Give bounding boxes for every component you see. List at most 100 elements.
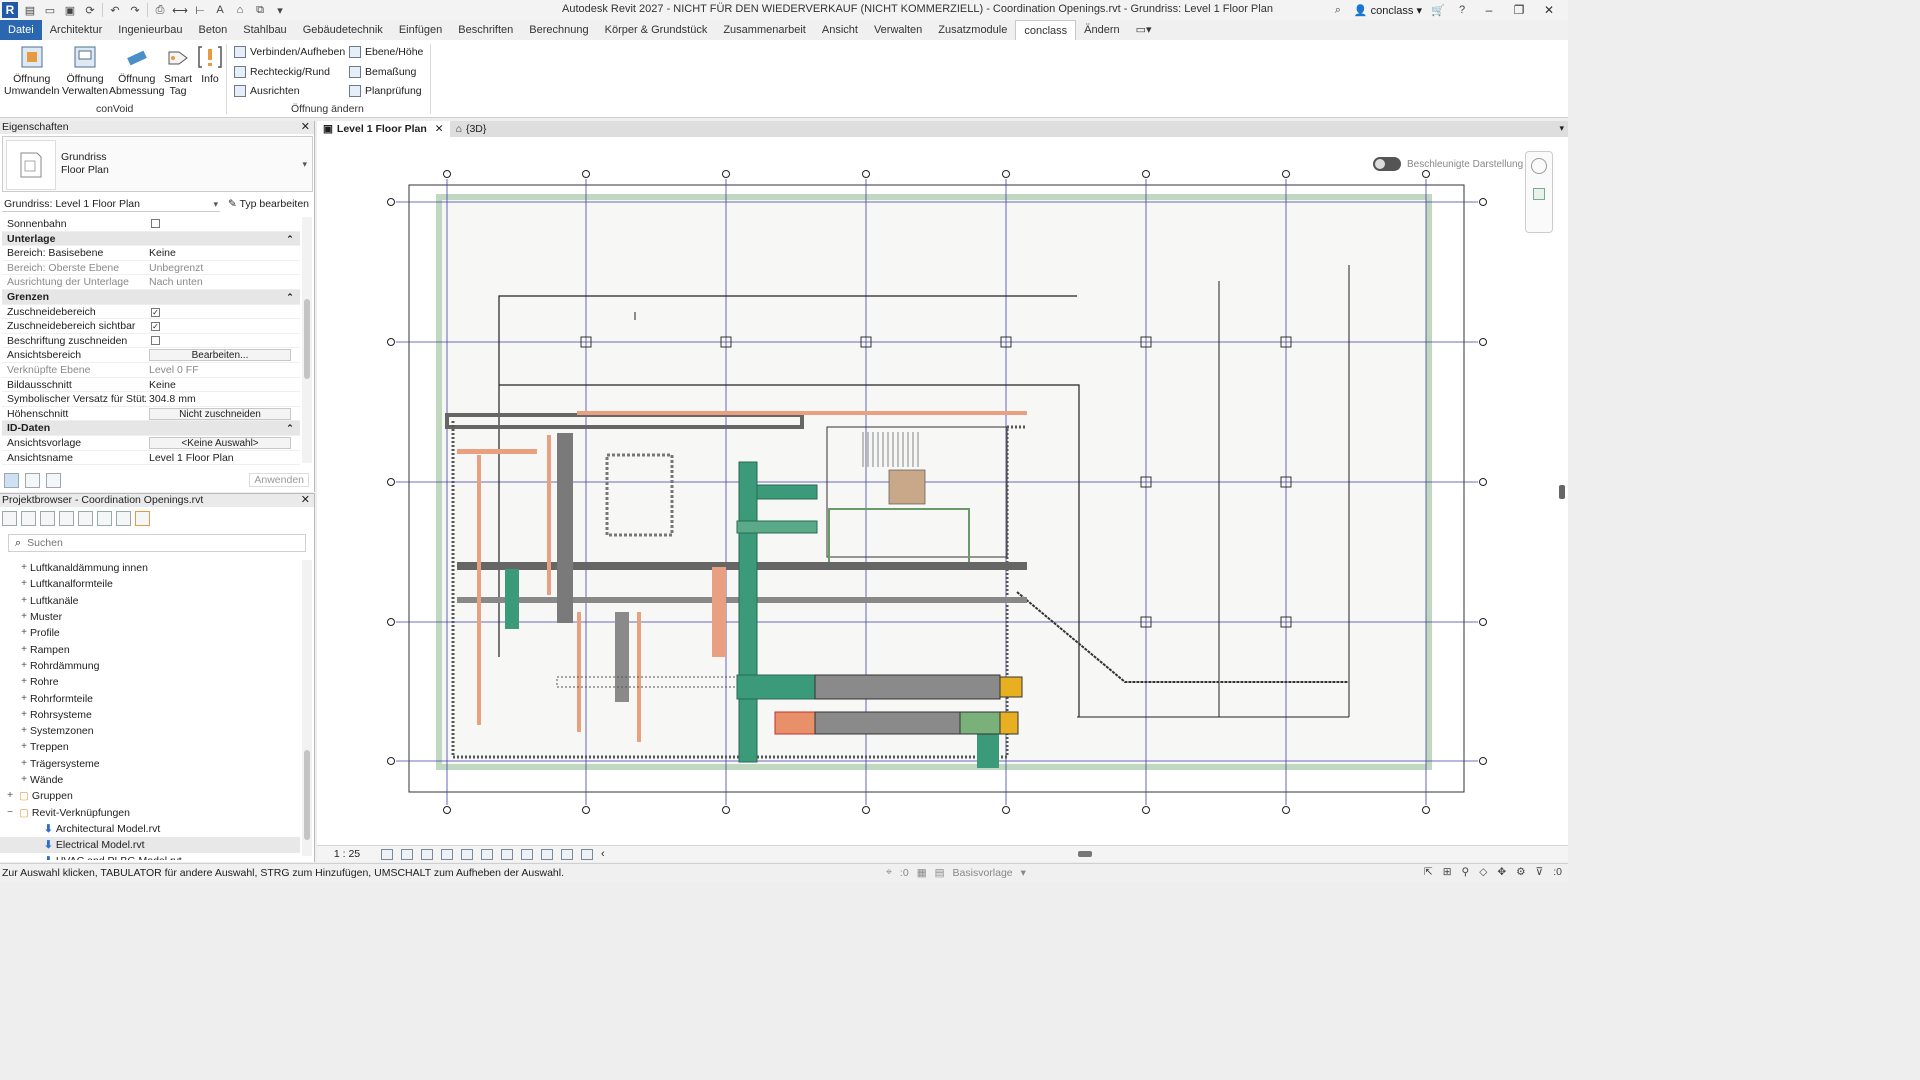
ribbon-tab[interactable]: Ändern (1076, 20, 1127, 40)
collapse-icon[interactable]: ⌃ (280, 290, 300, 304)
bemassung-button[interactable]: Bemaßung (349, 66, 416, 78)
expand-icon[interactable]: + (18, 625, 30, 641)
instance-selector[interactable]: Grundriss: Level 1 Floor Plan (2, 196, 220, 212)
reveal-hidden-icon[interactable] (521, 848, 533, 860)
oeffnung-abmessung-button[interactable]: Öffnung Abmessung (109, 44, 164, 97)
expand-icon[interactable]: + (18, 593, 30, 609)
tab-3d[interactable]: ⌂ {3D} (450, 121, 493, 137)
switch-windows-icon[interactable]: ⧉ (252, 2, 268, 18)
ribbon-tab[interactable]: Verwalten (866, 20, 930, 40)
expand-icon[interactable]: + (18, 739, 30, 755)
minimize-button[interactable]: – (1478, 3, 1500, 17)
undo-icon[interactable]: ↶ (107, 2, 123, 18)
property-button[interactable]: <Keine Auswahl> (149, 436, 291, 449)
scroll-thumb[interactable] (1559, 485, 1565, 499)
checkbox[interactable] (151, 335, 160, 345)
ribbon-options-icon[interactable]: ▭▾ (1128, 20, 1160, 40)
select-underlay-icon[interactable]: ⊞ (1443, 866, 1452, 878)
visual-style-icon[interactable] (401, 848, 413, 860)
browser-tree-item[interactable]: ⬇HVAC and PLBG Model.rvt (0, 853, 300, 860)
expand-icon[interactable]: + (18, 691, 30, 707)
browser-tree-item[interactable]: + Rohre (0, 674, 300, 690)
ribbon-tab[interactable]: Einfügen (391, 20, 450, 40)
browser-tree-item[interactable]: + Rohrsysteme (0, 707, 300, 723)
schedules-icon[interactable] (59, 510, 74, 526)
browser-search[interactable]: ⌕ (8, 534, 306, 552)
smart-tag-button[interactable]: Smart Tag (164, 44, 192, 97)
ausrichten-button[interactable]: Ausrichten (234, 85, 300, 97)
sync-icon[interactable]: ⟳ (82, 2, 98, 18)
home-icon[interactable]: ⌂ (232, 2, 248, 18)
type-selector[interactable]: Grundriss Floor Plan ▾ (2, 136, 313, 192)
links-icon[interactable] (135, 510, 150, 526)
measure-icon[interactable]: ⟷ (172, 2, 188, 18)
info-button[interactable]: Info (197, 44, 223, 85)
checked-checkbox[interactable]: ✓ (151, 322, 160, 332)
ribbon-tab[interactable]: Zusatzmodule (930, 20, 1015, 40)
ribbon-tab[interactable]: conclass (1015, 20, 1077, 40)
checked-checkbox[interactable]: ✓ (151, 307, 160, 317)
save-icon[interactable]: ▣ (62, 2, 78, 18)
sheets-icon[interactable] (40, 510, 55, 526)
property-value[interactable]: Keine (146, 378, 300, 392)
close-tab-icon[interactable]: ✕ (435, 123, 444, 135)
edit-type-button[interactable]: ✎ Typ bearbeiten (228, 198, 313, 210)
browser-tree-item[interactable]: − ▢ Revit-Verknüpfungen (0, 804, 300, 820)
browser-tree-item[interactable]: + Rohrdämmung (0, 658, 300, 674)
ribbon-tab[interactable]: Datei (0, 20, 42, 40)
properties-scrollbar[interactable] (302, 217, 312, 463)
dimension-icon[interactable]: ⊢ (192, 2, 208, 18)
browser-tree-item[interactable]: ⬇ Architectural Model.rvt (0, 821, 300, 837)
property-value[interactable]: Level 1 Floor Plan (146, 451, 300, 465)
steering-wheel-icon[interactable] (1531, 158, 1547, 174)
temporary-hide-icon[interactable] (501, 848, 513, 860)
property-section[interactable]: ID-Daten ⌃ (2, 421, 300, 436)
scroll-thumb[interactable] (1078, 851, 1092, 857)
oeffnung-verwalten-button[interactable]: Öffnung Verwalten (62, 44, 108, 97)
folder-icon[interactable]: ▭ (42, 2, 58, 18)
floor-plan-drawing[interactable] (317, 137, 1568, 845)
browser-tree-item[interactable]: + Rohrformteile (0, 690, 300, 706)
shadows-icon[interactable] (441, 848, 453, 860)
scroll-thumb[interactable] (304, 299, 310, 379)
expand-icon[interactable]: + (18, 642, 30, 658)
tab-level-1-floor-plan[interactable]: ▣ Level 1 Floor Plan ✕ (317, 121, 450, 137)
filter-icon[interactable]: ⊽ (1536, 866, 1544, 878)
scroll-thumb[interactable] (304, 750, 310, 840)
detail-level-icon[interactable] (381, 848, 393, 860)
constraints-icon[interactable] (561, 848, 573, 860)
ribbon-tab[interactable]: Beton (191, 20, 236, 40)
sort-descending-icon[interactable] (46, 472, 61, 488)
families-icon[interactable] (78, 510, 93, 526)
expand-icon[interactable]: + (18, 772, 30, 788)
expand-icon[interactable]: − (4, 805, 16, 821)
print-icon[interactable]: ⎙ (152, 2, 168, 18)
background-process-icon[interactable]: ⚙ (1516, 866, 1525, 878)
expand-icon[interactable]: + (18, 756, 30, 772)
ribbon-tab[interactable]: Zusammenarbeit (715, 20, 814, 40)
cart-icon[interactable]: 🛒 (1430, 2, 1446, 18)
property-value[interactable]: Bearbeiten... (146, 348, 300, 362)
user-account[interactable]: 👤 conclass ▾ (1354, 4, 1422, 17)
open-icon[interactable]: ▤ (22, 2, 38, 18)
view-scale[interactable]: 1 : 25 (317, 848, 377, 860)
browser-tree-item[interactable]: + Trägersysteme (0, 756, 300, 772)
property-button[interactable]: Bearbeiten... (149, 349, 291, 362)
revit-logo-icon[interactable]: R (2, 2, 18, 18)
search-input[interactable] (27, 537, 288, 549)
browser-tree-item[interactable]: + Wände (0, 772, 300, 788)
drag-elements-icon[interactable]: ✥ (1497, 866, 1506, 878)
browser-tree-item[interactable]: + Profile (0, 625, 300, 641)
views-icon[interactable] (21, 510, 36, 526)
close-icon[interactable]: ✕ (301, 494, 310, 507)
drawing-canvas[interactable]: Beschleunigte Darstellung (317, 137, 1568, 845)
accelerated-display-toggle[interactable]: Beschleunigte Darstellung (1373, 157, 1523, 171)
crop-view-icon[interactable] (461, 848, 473, 860)
oeffnung-umwandeln-button[interactable]: Öffnung Umwandeln (4, 44, 59, 97)
categorized-icon[interactable] (4, 472, 19, 488)
property-value[interactable]: Nicht zuschneiden (146, 407, 300, 421)
ebene-hoehe-button[interactable]: Ebene/Höhe (349, 46, 423, 58)
browser-tree-item[interactable]: + Treppen (0, 739, 300, 755)
template-icon[interactable]: ▤ (935, 867, 945, 879)
property-value[interactable]: Keine (146, 246, 300, 260)
